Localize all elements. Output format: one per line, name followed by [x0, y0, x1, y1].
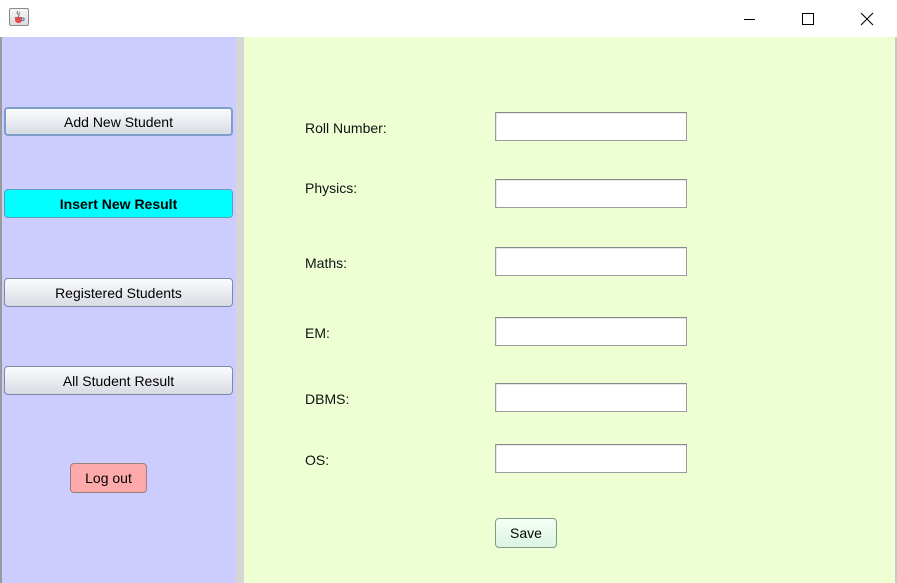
- logout-button[interactable]: Log out: [70, 463, 147, 493]
- os-label: OS:: [305, 452, 330, 468]
- maximize-icon: [802, 12, 814, 25]
- save-label: Save: [510, 525, 542, 541]
- minimize-button[interactable]: [721, 0, 779, 37]
- roll-number-field[interactable]: [495, 112, 687, 141]
- save-button[interactable]: Save: [495, 518, 557, 548]
- maths-label: Maths:: [305, 255, 348, 271]
- physics-label: Physics:: [305, 180, 358, 196]
- physics-field[interactable]: [495, 179, 687, 208]
- dbms-field[interactable]: [495, 383, 687, 412]
- sidebar: Add New Student Insert New Result Regist…: [2, 37, 236, 583]
- title-bar: [0, 0, 897, 37]
- close-icon: [860, 12, 874, 25]
- split-pane-divider[interactable]: [236, 37, 244, 583]
- insert-new-result-button[interactable]: Insert New Result: [4, 189, 233, 218]
- registered-students-button[interactable]: Registered Students: [4, 278, 233, 307]
- dbms-label: DBMS:: [305, 391, 350, 407]
- all-student-result-button[interactable]: All Student Result: [4, 366, 233, 395]
- add-new-student-label: Add New Student: [64, 113, 173, 130]
- insert-new-result-label: Insert New Result: [59, 195, 178, 212]
- em-label: EM:: [305, 325, 330, 341]
- minimize-icon: [744, 18, 755, 20]
- all-student-result-label: All Student Result: [62, 372, 175, 389]
- java-cup-icon[interactable]: [9, 8, 29, 26]
- roll-number-label: Roll Number:: [305, 120, 387, 136]
- add-new-student-button[interactable]: Add New Student: [4, 107, 233, 136]
- os-field[interactable]: [495, 444, 687, 473]
- em-field[interactable]: [495, 317, 687, 346]
- maximize-button[interactable]: [779, 0, 837, 37]
- close-button[interactable]: [838, 0, 896, 37]
- registered-students-label: Registered Students: [55, 284, 182, 301]
- logout-label: Log out: [85, 470, 132, 486]
- maths-field[interactable]: [495, 247, 687, 276]
